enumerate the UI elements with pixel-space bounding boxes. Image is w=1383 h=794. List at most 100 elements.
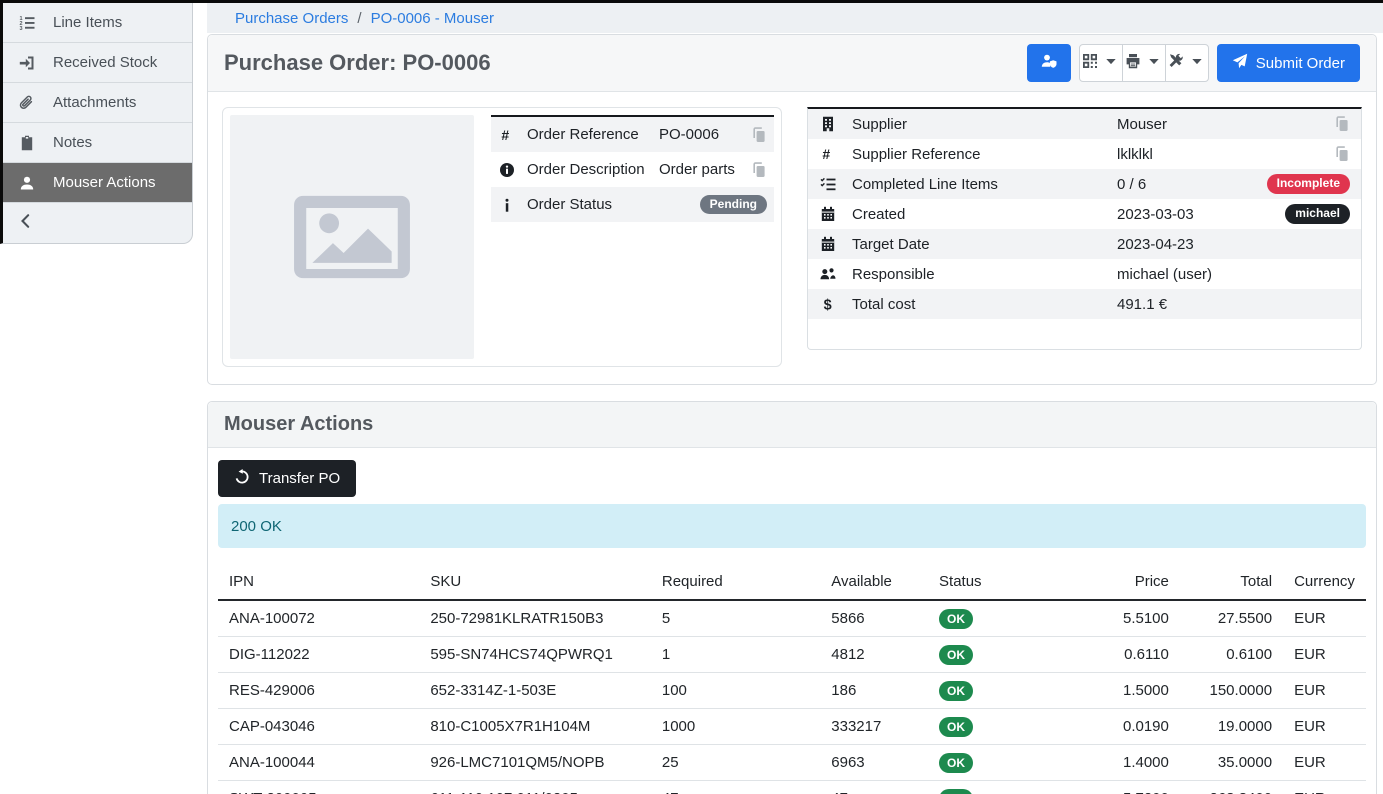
empty-detail-row: [808, 319, 1361, 349]
cell-price: 1.4000: [1077, 745, 1180, 781]
breadcrumb-separator: /: [357, 10, 361, 27]
user-admin-button[interactable]: [1027, 44, 1071, 82]
transfer-po-button[interactable]: Transfer PO: [218, 460, 356, 497]
paperclip-icon: [16, 95, 38, 111]
detail-row: Completed Line Items0 / 6Incomplete: [808, 169, 1361, 199]
qrcode-icon: [1082, 53, 1098, 73]
cell-ipn: SWT-200005: [218, 781, 419, 794]
cell-ipn: RES-429006: [218, 673, 419, 709]
cell-ipn: CAP-043046: [218, 709, 419, 745]
column-header-required: Required: [651, 566, 820, 600]
page-title: Purchase Order: PO-0006: [224, 50, 491, 76]
list-check-icon: [819, 176, 837, 192]
cell-total: 268.8400: [1180, 781, 1283, 794]
cell-ipn: ANA-100044: [218, 745, 419, 781]
svg-text:3: 3: [20, 26, 23, 31]
sidebar-item-label: Line Items: [53, 14, 122, 31]
user-shield-icon: [1041, 53, 1057, 73]
sidebar-item-line-items[interactable]: 123 Line Items: [3, 3, 192, 43]
barcode-menu-button[interactable]: [1079, 44, 1123, 82]
cell-total: 150.0000: [1180, 673, 1283, 709]
cell-currency: EUR: [1283, 781, 1366, 794]
caret-down-icon: [1103, 53, 1119, 73]
status-badge: michael: [1285, 204, 1350, 223]
user-icon: [16, 175, 38, 191]
cell-sku: 595-SN74HCS74QPWRQ1: [419, 637, 651, 673]
detail-value: Order parts: [659, 161, 751, 178]
cell-available: 186: [820, 673, 928, 709]
mouser-actions-panel: Mouser Actions Transfer PO 200 OK IPNSK: [207, 401, 1377, 794]
dollar-icon: $: [819, 296, 837, 312]
cell-available: 4812: [820, 637, 928, 673]
table-row: DIG-112022 595-SN74HCS74QPWRQ1 1 4812 OK…: [218, 637, 1366, 673]
sidebar-item-label: Notes: [53, 134, 92, 151]
breadcrumb-link-current-order[interactable]: PO-0006 - Mouser: [371, 10, 494, 27]
table-row: ANA-100044 926-LMC7101QM5/NOPB 25 6963 O…: [218, 745, 1366, 781]
sidebar-item-mouser-actions[interactable]: Mouser Actions: [3, 163, 192, 203]
sidebar: 123 Line Items Received Stock Attachment…: [0, 3, 193, 244]
sidebar-item-notes[interactable]: Notes: [3, 123, 192, 163]
cell-required: 5: [651, 600, 820, 637]
cell-price: 5.7200: [1077, 781, 1180, 794]
svg-text:#: #: [501, 127, 509, 143]
detail-row: Responsiblemichael (user): [808, 259, 1361, 289]
sidebar-item-received-stock[interactable]: Received Stock: [3, 43, 192, 83]
detail-value: 491.1 €: [1117, 296, 1350, 313]
order-summary-card: # Order ReferencePO-0006 Order Descripti…: [222, 107, 782, 367]
detail-value: 2023-04-23: [1117, 236, 1350, 253]
order-actions-menu-button[interactable]: [1165, 44, 1209, 82]
cell-required: 47: [651, 781, 820, 794]
cell-total: 35.0000: [1180, 745, 1283, 781]
copy-icon[interactable]: [751, 162, 767, 178]
cell-status: OK: [928, 637, 1077, 673]
status-alert: 200 OK: [218, 504, 1366, 548]
cell-currency: EUR: [1283, 673, 1366, 709]
detail-value: 0 / 6: [1117, 176, 1267, 193]
status-badge: Incomplete: [1267, 174, 1350, 193]
cell-price: 1.5000: [1077, 673, 1180, 709]
calendar-icon: [819, 236, 837, 252]
copy-icon[interactable]: [751, 127, 767, 143]
mouser-actions-title: Mouser Actions: [224, 413, 373, 436]
copy-icon[interactable]: [1334, 146, 1350, 162]
supplier-link[interactable]: Mouser: [1117, 116, 1334, 133]
sidebar-item-attachments[interactable]: Attachments: [3, 83, 192, 123]
print-menu-button[interactable]: [1122, 44, 1166, 82]
cell-currency: EUR: [1283, 709, 1366, 745]
info-circle-icon: [498, 162, 515, 178]
printer-icon: [1125, 53, 1141, 73]
breadcrumb: Purchase Orders / PO-0006 - Mouser: [207, 3, 1383, 33]
svg-text:#: #: [822, 146, 830, 162]
detail-row: Created2023-03-03michael: [808, 199, 1361, 229]
detail-label: Supplier: [852, 116, 1117, 133]
sidebar-collapse-button[interactable]: [3, 203, 192, 243]
parts-table-header-row: IPNSKURequiredAvailableStatusPriceTotalC…: [218, 566, 1366, 600]
detail-row: $ Total cost491.1 €: [808, 289, 1361, 319]
image-placeholder-icon: [291, 176, 413, 298]
column-header-ipn: IPN: [218, 566, 419, 600]
caret-down-icon: [1146, 53, 1162, 73]
column-header-available: Available: [820, 566, 928, 600]
column-header-total: Total: [1180, 566, 1283, 600]
svg-text:$: $: [824, 297, 832, 312]
ok-badge: OK: [939, 717, 973, 737]
detail-label: Target Date: [852, 236, 1117, 253]
chevron-left-icon: [18, 213, 34, 234]
caret-down-icon: [1189, 53, 1205, 73]
list-ol-icon: 123: [16, 15, 38, 31]
cell-sku: 611-110.107.011/0205: [419, 781, 651, 794]
calendar-icon: [819, 206, 837, 222]
ok-badge: OK: [939, 681, 973, 701]
ok-badge: OK: [939, 609, 973, 629]
column-header-sku: SKU: [419, 566, 651, 600]
cell-available: 47: [820, 781, 928, 794]
cell-status: OK: [928, 781, 1077, 794]
order-image-placeholder[interactable]: [230, 115, 474, 359]
detail-label: Order Description: [527, 161, 659, 178]
building-icon: [819, 116, 837, 132]
submit-order-button[interactable]: Submit Order: [1217, 44, 1360, 82]
breadcrumb-link-purchase-orders[interactable]: Purchase Orders: [235, 10, 348, 27]
status-badge: Pending: [700, 195, 767, 214]
cell-price: 5.5100: [1077, 600, 1180, 637]
copy-icon[interactable]: [1334, 116, 1350, 132]
